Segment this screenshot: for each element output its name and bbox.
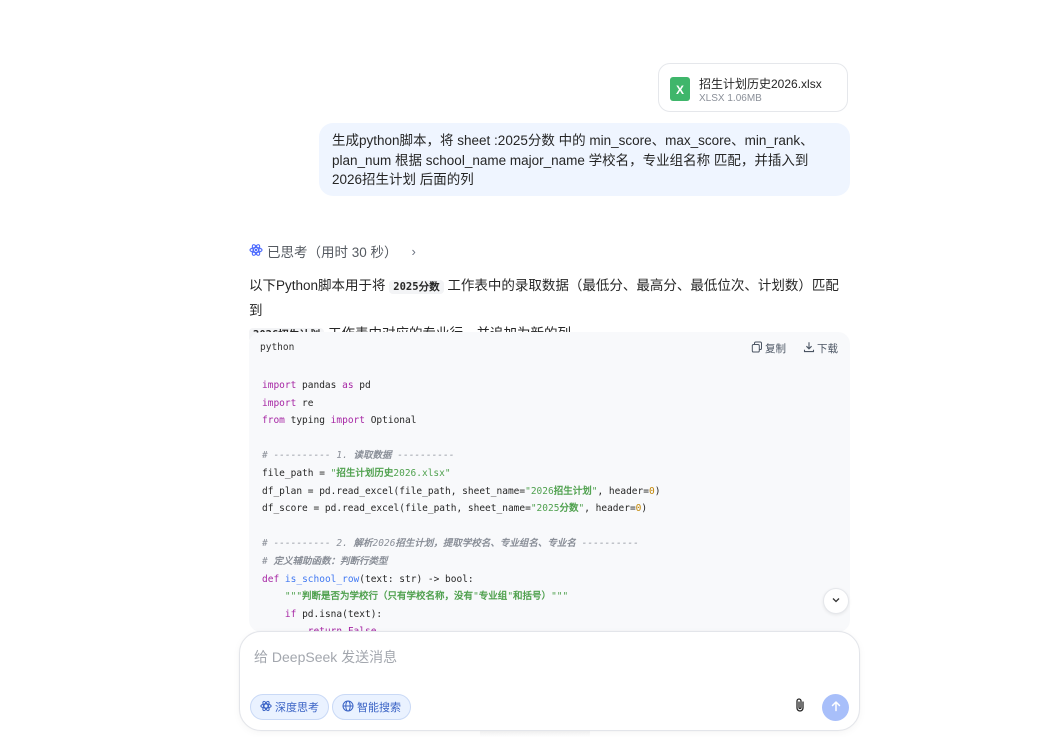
code-line: def is_school_row(text: str) -> bool: xyxy=(262,573,474,585)
copy-label: 复制 xyxy=(765,343,786,355)
chevron-right-icon: › xyxy=(411,243,416,259)
code-line: import re xyxy=(262,397,314,409)
attachment-file-name: 招生计划历史2026.xlsx xyxy=(699,77,822,91)
paperclip-icon xyxy=(794,697,806,718)
message-composer: 深度思考 智能搜索 xyxy=(239,631,860,731)
copy-icon xyxy=(751,341,763,356)
thinking-toggle[interactable]: 已思考（用时 30 秒） › xyxy=(249,242,416,260)
code-line: # ---------- 1. 读取数据 ---------- xyxy=(262,450,455,462)
web-search-toggle[interactable]: 智能搜索 xyxy=(332,694,411,720)
message-input[interactable] xyxy=(252,644,846,670)
atom-icon xyxy=(249,243,263,260)
download-icon xyxy=(803,341,815,356)
code-line: import pandas as pd xyxy=(262,380,371,391)
code-line: file_path = "招生计划历史2026.xlsx" xyxy=(262,467,451,479)
attachment-file-meta: XLSX 1.06MB xyxy=(699,93,762,104)
code-line: from typing import Optional xyxy=(262,415,417,427)
answer-text-part: 以下Python脚本用于将 xyxy=(249,278,390,293)
atom-icon xyxy=(260,700,272,715)
globe-icon xyxy=(342,700,354,715)
code-language-label: python xyxy=(260,342,295,353)
download-button[interactable]: 下载 xyxy=(803,341,838,356)
deep-think-toggle[interactable]: 深度思考 xyxy=(250,694,329,720)
code-content: import pandas as pd import re from typin… xyxy=(262,377,660,632)
footer-fade xyxy=(480,731,590,737)
arrow-up-icon xyxy=(830,699,842,717)
code-line: # 定义辅助函数：判断行类型 xyxy=(262,555,388,567)
excel-file-icon: X xyxy=(670,77,690,101)
scroll-to-bottom-button[interactable] xyxy=(823,588,849,614)
code-line: df_plan = pd.read_excel(file_path, sheet… xyxy=(262,485,661,497)
code-block: python 复制 下载 import pandas as pd import … xyxy=(249,332,850,632)
attach-file-button[interactable] xyxy=(791,697,809,718)
inline-code: 2025分数 xyxy=(389,280,444,294)
code-line: if pd.isna(text): xyxy=(284,608,383,620)
user-message-bubble: 生成python脚本，将 sheet :2025分数 中的 min_score、… xyxy=(319,123,850,196)
code-line: df_score = pd.read_excel(file_path, shee… xyxy=(262,503,648,515)
code-line: # ---------- 2. 解析2026招生计划，提取学校名、专业组名、专业… xyxy=(262,538,639,550)
attachment-card[interactable]: X 招生计划历史2026.xlsx XLSX 1.06MB xyxy=(658,63,848,112)
web-search-label: 智能搜索 xyxy=(357,702,401,714)
chevron-down-icon xyxy=(831,592,841,610)
download-label: 下载 xyxy=(817,343,838,355)
deep-think-label: 深度思考 xyxy=(275,702,319,714)
thinking-label: 已思考（用时 30 秒） xyxy=(267,245,398,260)
code-line: """判断是否为学校行（只有学校名称，没有"专业组"和括号）""" xyxy=(262,591,569,603)
copy-button[interactable]: 复制 xyxy=(751,341,786,356)
send-button[interactable] xyxy=(822,694,849,721)
